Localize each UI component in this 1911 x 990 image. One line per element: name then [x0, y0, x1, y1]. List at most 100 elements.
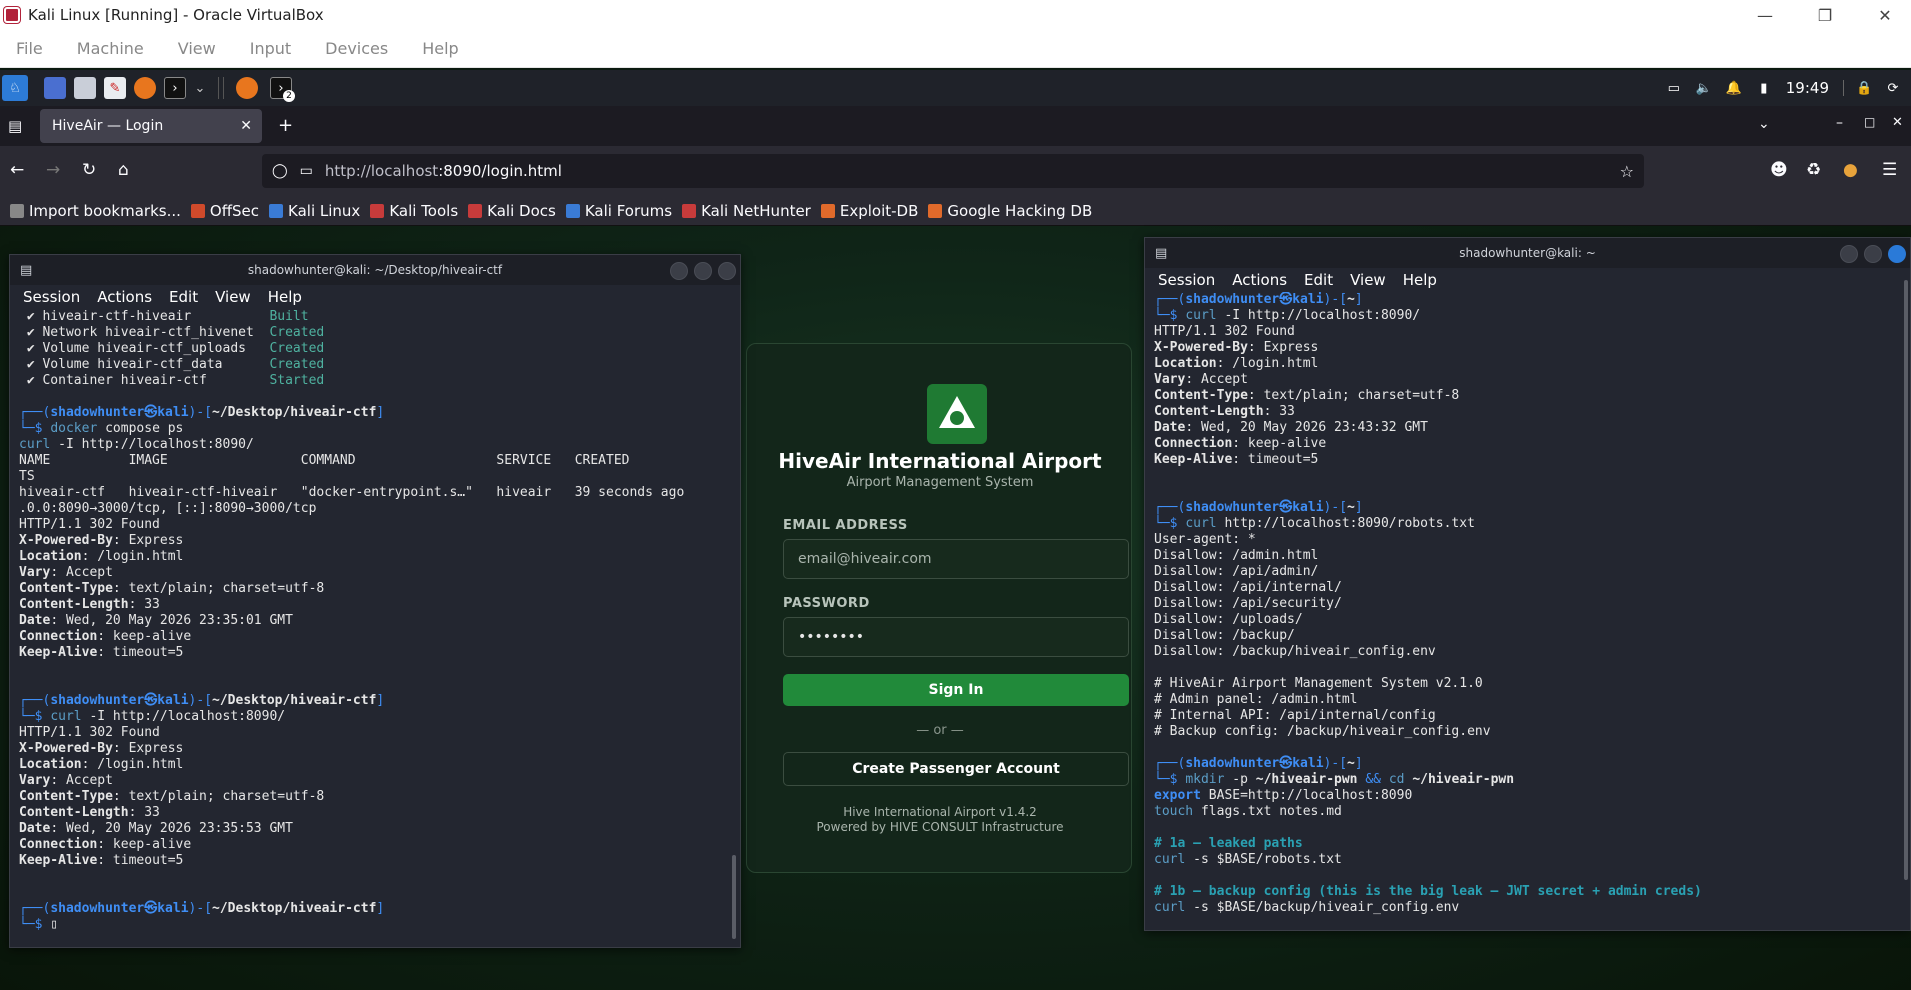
minimize-icon[interactable]: — [1735, 0, 1795, 30]
lock-icon[interactable]: 🔒 [1843, 80, 1873, 96]
new-tab-icon[interactable]: + [278, 115, 293, 136]
browser-nav-bar: ← → ↻ ⌂ ◯ ▭ http://localhost:8090/login.… [0, 146, 1911, 196]
page-info-icon[interactable]: ▭ [300, 163, 313, 179]
power-icon[interactable]: ⟳ [1885, 80, 1901, 96]
files-icon[interactable] [74, 77, 96, 99]
menu-input[interactable]: Input [250, 39, 291, 58]
terminal-scrollbar[interactable] [1904, 280, 1908, 880]
terminal-output: ┌──(shadowhunter㉿kali)-[~] └─$ curl -I h… [1154, 292, 1702, 915]
clock[interactable]: 19:49 [1786, 79, 1829, 97]
account-icon[interactable]: ☻ [1770, 160, 1788, 180]
kali-top-panel: ♘ ✎ › ⌄ › 2 ▭ 🔈 🔔 ▮ 19:49 🔒 ⟳ [0, 70, 1911, 106]
close-icon[interactable]: ✕ [1855, 0, 1911, 30]
chevron-down-icon[interactable]: ⌄ [194, 77, 206, 99]
terminal-scrollbar[interactable] [732, 855, 736, 939]
terminal-window-right[interactable]: ▤ shadowhunter@kali: ~ Session Actions E… [1144, 237, 1911, 931]
menu-session[interactable]: Session [1158, 271, 1215, 289]
firefox-task-icon[interactable] [236, 77, 258, 99]
extensions-icon[interactable]: ♻ [1806, 160, 1821, 180]
hamburger-menu-icon[interactable]: ☰ [1882, 160, 1897, 180]
bookmark-import[interactable]: Import bookmarks... [10, 202, 181, 220]
create-account-button[interactable]: Create Passenger Account [783, 752, 1129, 786]
terminal-icon: ▤ [20, 262, 33, 278]
browser-close-icon[interactable]: ✕ [1892, 115, 1903, 130]
terminal-close-button[interactable] [718, 262, 736, 280]
terminal-minimize-button[interactable] [1840, 245, 1858, 263]
reload-icon[interactable]: ↻ [82, 160, 96, 180]
terminal-window-left[interactable]: ▤ shadowhunter@kali: ~/Desktop/hiveair-c… [9, 254, 741, 948]
restore-icon[interactable]: ❐ [1795, 0, 1855, 30]
menu-devices[interactable]: Devices [325, 39, 388, 58]
terminal-minimize-button[interactable] [670, 262, 688, 280]
tab-hiveair-login[interactable]: HiveAir — Login ✕ [40, 109, 262, 143]
url-bar[interactable]: ◯ ▭ http://localhost:8090/login.html ☆ [262, 154, 1644, 188]
terminal-maximize-button[interactable] [694, 262, 712, 280]
menu-view[interactable]: View [215, 288, 251, 306]
firefox-icon[interactable] [134, 77, 156, 99]
bookmark-star-icon[interactable]: ☆ [1620, 162, 1634, 181]
password-field[interactable]: •••••••• [783, 617, 1129, 657]
bookmark-kali-forums[interactable]: Kali Forums [565, 202, 672, 220]
terminal-close-button[interactable] [1888, 245, 1906, 263]
sign-in-button[interactable]: Sign In [783, 674, 1129, 706]
terminal-icon[interactable]: › [164, 77, 186, 99]
forward-icon[interactable]: → [46, 160, 60, 180]
desktop-icon[interactable] [44, 77, 66, 99]
vbox-menu-bar: File Machine View Input Devices Help [0, 30, 1911, 68]
password-label: PASSWORD [783, 596, 870, 611]
browser-maximize-icon[interactable]: □ [1864, 115, 1875, 129]
menu-help[interactable]: Help [1403, 271, 1437, 289]
browser-minimize-icon[interactable]: – [1836, 115, 1843, 131]
login-title: HiveAir International Airport [778, 449, 1102, 473]
menu-edit[interactable]: Edit [1304, 271, 1333, 289]
bookmark-google-hacking-db[interactable]: Google Hacking DB [928, 202, 1092, 220]
addon-icon[interactable]: ● [1843, 160, 1858, 180]
terminal-title: shadowhunter@kali: ~ [1459, 246, 1596, 260]
bookmark-offsec[interactable]: OffSec [190, 202, 259, 220]
text-editor-icon[interactable]: ✎ [104, 77, 126, 99]
terminal-title-bar: ▤ shadowhunter@kali: ~/Desktop/hiveair-c… [10, 255, 740, 285]
url-host: http://localhost [324, 162, 439, 180]
bookmark-kali-nethunter[interactable]: Kali NetHunter [682, 202, 811, 220]
menu-view[interactable]: View [178, 39, 216, 58]
bookmark-kali-linux[interactable]: Kali Linux [269, 202, 360, 220]
menu-actions[interactable]: Actions [1232, 271, 1287, 289]
menu-help[interactable]: Help [268, 288, 302, 306]
tab-close-icon[interactable]: ✕ [240, 118, 252, 134]
menu-help[interactable]: Help [422, 39, 458, 58]
email-field[interactable]: email@hiveair.com [783, 539, 1129, 579]
browser-tab-strip: ▤ HiveAir — Login ✕ + ⌄ – □ ✕ [0, 106, 1911, 146]
menu-session[interactable]: Session [23, 288, 80, 306]
window-title: Kali Linux [Running] - Oracle VirtualBox [28, 6, 324, 24]
airport-logo-icon [927, 384, 987, 444]
terminal-output: ✔ hiveair-ctf-hiveair Built ✔ Network hi… [19, 309, 685, 932]
shield-icon[interactable]: ◯ [272, 163, 288, 179]
menu-view[interactable]: View [1350, 271, 1386, 289]
bell-icon[interactable]: 🔔 [1726, 80, 1742, 96]
volume-icon[interactable]: 🔈 [1696, 80, 1712, 96]
battery-icon[interactable]: ▮ [1756, 80, 1772, 96]
tab-list-icon[interactable]: ▤ [8, 117, 22, 135]
kali-menu-icon[interactable]: ♘ [2, 75, 28, 101]
vbox-title-bar: Kali Linux [Running] - Oracle VirtualBox… [0, 0, 1911, 30]
bookmark-kali-docs[interactable]: Kali Docs [468, 202, 556, 220]
terminal-maximize-button[interactable] [1864, 245, 1882, 263]
menu-edit[interactable]: Edit [169, 288, 198, 306]
login-card: HiveAir International Airport Airport Ma… [746, 343, 1132, 873]
bookmarks-toolbar: Import bookmarks... OffSec Kali Linux Ka… [0, 196, 1911, 226]
terminal-menu-bar: Session Actions Edit View Help [10, 285, 740, 309]
terminal-task-icon[interactable]: › 2 [270, 77, 295, 102]
terminal-icon: ▤ [1155, 245, 1168, 261]
terminal-title: shadowhunter@kali: ~/Desktop/hiveair-ctf [247, 263, 503, 277]
tab-overflow-icon[interactable]: ⌄ [1758, 116, 1770, 132]
bookmark-kali-tools[interactable]: Kali Tools [370, 202, 458, 220]
menu-actions[interactable]: Actions [97, 288, 152, 306]
menu-machine[interactable]: Machine [77, 39, 144, 58]
terminal-title-bar: ▤ shadowhunter@kali: ~ [1145, 238, 1910, 268]
bookmark-exploit-db[interactable]: Exploit-DB [820, 202, 918, 220]
email-label: EMAIL ADDRESS [783, 518, 908, 533]
home-icon[interactable]: ⌂ [118, 160, 129, 180]
menu-file[interactable]: File [16, 39, 43, 58]
back-icon[interactable]: ← [10, 160, 24, 180]
screen-icon[interactable]: ▭ [1666, 80, 1682, 96]
